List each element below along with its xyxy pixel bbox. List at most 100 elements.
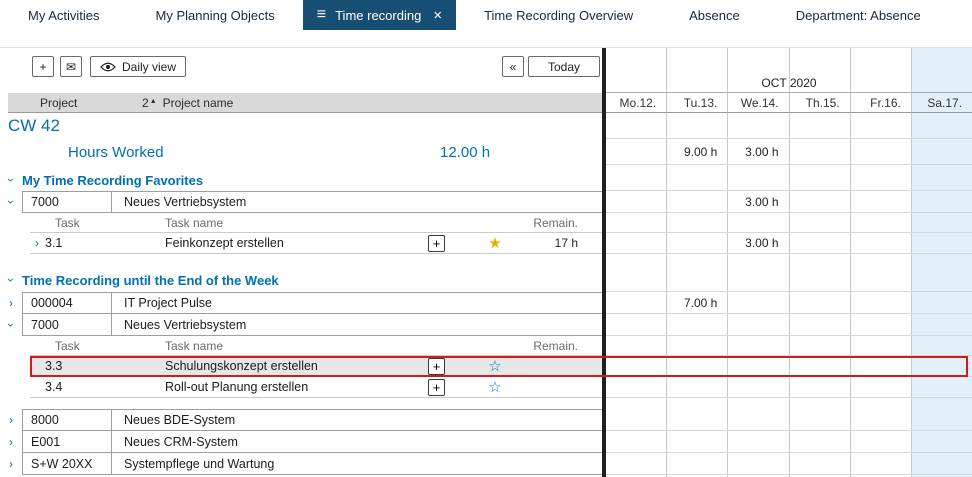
project-row-e001[interactable]: › E001 Neues CRM-System [0,431,972,453]
today-button[interactable]: Today [528,56,600,77]
task-name-cell[interactable]: Schulungskonzept erstellen [165,359,428,373]
calendar-cell[interactable] [727,398,788,409]
sort-indicator[interactable]: 2 ▲ [142,96,157,110]
calendar-cell[interactable] [606,191,666,212]
project-column-header[interactable]: Project [30,96,120,110]
calendar-cell[interactable] [789,292,850,313]
task-row-3-1[interactable]: › 3.1 Feinkonzept erstellen + ★ 17 h 3.0… [0,233,972,254]
calendar-cell[interactable] [606,336,666,355]
project-name-cell[interactable]: IT Project Pulse [112,293,602,313]
calendar-cell[interactable] [666,356,727,376]
calendar-cell[interactable] [911,314,972,335]
calendar-cell[interactable] [606,113,666,138]
calendar-cell[interactable] [911,453,972,474]
calendar-cell[interactable] [789,314,850,335]
project-name-cell[interactable]: Neues CRM-System [112,431,602,452]
calendar-cell[interactable] [606,169,666,190]
add-time-entry-button[interactable]: + [428,358,445,375]
calendar-cell[interactable] [850,169,911,190]
project-row-fav-7000[interactable]: › 7000 Neues Vertriebsystem 3.00 h [0,191,972,213]
project-id-cell[interactable]: 7000 [22,314,112,335]
calendar-cell[interactable]: 3.00 h [727,139,788,164]
add-button[interactable]: + [32,56,54,77]
project-row-8000[interactable]: › 8000 Neues BDE-System [0,409,972,431]
calendar-cell[interactable]: 7.00 h [666,292,727,313]
project-row-000004[interactable]: › 000004 IT Project Pulse 7.00 h [0,292,972,314]
calendar-cell[interactable] [789,453,850,474]
calendar-cell[interactable] [850,398,911,409]
calendar-cell[interactable] [911,336,972,355]
calendar-cell[interactable] [789,431,850,452]
favorite-star-filled-icon[interactable]: ★ [485,236,505,251]
calendar-cell[interactable] [911,356,972,376]
calendar-cell[interactable] [606,254,666,268]
project-row-sw-20xx[interactable]: › S+W 20XX Systempflege und Wartung [0,453,972,475]
calendar-cell[interactable] [666,268,727,291]
calendar-cell[interactable] [911,113,972,138]
calendar-cell[interactable] [606,213,666,232]
calendar-cell[interactable] [789,377,850,397]
calendar-cell[interactable] [727,356,788,376]
daily-view-button[interactable]: Daily view [90,56,186,77]
chevron-right-icon[interactable]: › [0,409,22,431]
project-id-cell[interactable]: E001 [22,431,112,452]
calendar-cell[interactable] [666,314,727,335]
calendar-cell[interactable] [850,268,911,291]
calendar-cell[interactable]: 3.00 h [727,233,788,253]
calendar-cell[interactable] [789,336,850,355]
calendar-cell[interactable] [911,139,972,164]
mail-button[interactable]: ✉ [60,56,82,77]
calendar-cell[interactable] [727,268,788,291]
calendar-cell[interactable] [727,292,788,313]
calendar-cell[interactable] [850,453,911,474]
calendar-cell[interactable] [789,113,850,138]
calendar-cell[interactable] [727,377,788,397]
calendar-cell[interactable] [666,431,727,452]
calendar-cell[interactable] [911,191,972,212]
task-row-3-4[interactable]: 3.4 Roll-out Planung erstellen + ☆ [0,377,972,398]
calendar-cell[interactable] [850,233,911,253]
tab-absence[interactable]: Absence [661,0,768,30]
project-id-cell[interactable]: S+W 20XX [22,453,112,474]
project-name-cell[interactable]: Neues Vertriebsystem [112,192,602,212]
calendar-cell[interactable] [606,314,666,335]
calendar-cell[interactable] [727,254,788,268]
task-name-cell[interactable]: Feinkonzept erstellen [165,236,428,250]
add-time-entry-button[interactable]: + [428,235,445,252]
calendar-cell[interactable] [911,169,972,190]
calendar-cell[interactable] [606,139,666,164]
calendar-cell[interactable] [850,292,911,313]
calendar-cell[interactable] [789,139,850,164]
calendar-cell[interactable] [850,191,911,212]
calendar-cell[interactable] [727,409,788,430]
calendar-cell[interactable] [606,292,666,313]
favorite-star-outline-icon[interactable]: ☆ [485,380,505,395]
chevron-right-icon[interactable]: › [0,292,22,314]
calendar-cell[interactable] [789,398,850,409]
calendar-cell[interactable] [727,314,788,335]
calendar-cell[interactable] [850,113,911,138]
calendar-cell[interactable] [666,409,727,430]
tab-my-activities[interactable]: My Activities [0,0,128,30]
project-name-cell[interactable]: Neues BDE-System [112,410,602,430]
project-name-cell[interactable]: Neues Vertriebsystem [112,314,602,335]
calendar-cell[interactable] [789,409,850,430]
calendar-cell[interactable] [911,233,972,253]
calendar-cell[interactable] [606,377,666,397]
calendar-cell[interactable] [911,254,972,268]
calendar-cell[interactable] [911,398,972,409]
calendar-cell[interactable] [606,409,666,430]
calendar-cell[interactable]: 9.00 h [666,139,727,164]
calendar-cell[interactable] [666,377,727,397]
calendar-cell[interactable] [606,268,666,291]
tab-time-recording-overview[interactable]: Time Recording Overview [456,0,661,30]
tab-time-recording[interactable]: ≡ Time recording × [303,0,456,30]
project-row-7000[interactable]: › 7000 Neues Vertriebsystem [0,314,972,336]
calendar-cell[interactable] [727,431,788,452]
calendar-cell[interactable] [606,233,666,253]
calendar-cell[interactable] [911,268,972,291]
task-id-cell[interactable]: 3.3 [45,359,165,373]
calendar-cell[interactable] [727,169,788,190]
calendar-cell[interactable] [666,169,727,190]
close-icon[interactable]: × [433,8,442,23]
